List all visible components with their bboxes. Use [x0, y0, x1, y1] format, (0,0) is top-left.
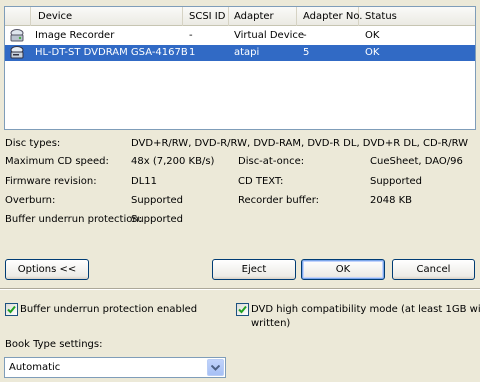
book-type-label: Book Type settings:: [5, 339, 103, 350]
status: OK: [365, 30, 380, 41]
disc-types-value: DVD+R/RW, DVD-R/RW, DVD-RAM, DVD-R DL, D…: [131, 138, 469, 149]
buffer-underrun-value: Supported: [131, 214, 184, 225]
chevron-down-icon[interactable]: [207, 359, 224, 376]
overburn-value: Supported: [131, 195, 184, 206]
scsi-id: 1: [189, 47, 196, 58]
ok-button[interactable]: OK: [301, 259, 385, 280]
cd-text-value: Supported: [370, 176, 423, 187]
image-recorder-icon: [9, 29, 25, 43]
dvd-high-compat-label-line2[interactable]: written): [251, 317, 290, 331]
status: OK: [365, 47, 380, 58]
adapter: Virtual Device: [234, 30, 305, 41]
disc-types-label: Disc types:: [5, 138, 61, 149]
buffer-underrun-label: Buffer underrun protection:: [5, 214, 143, 225]
recorder-buffer-label: Recorder buffer:: [238, 195, 320, 206]
device-list-header: Device SCSI ID Adapter Adapter No. Statu…: [5, 7, 475, 26]
disc-at-once-label: Disc-at-once:: [238, 156, 305, 167]
buffer-underrun-checkbox-label[interactable]: Buffer underrun protection enabled: [20, 303, 197, 317]
dvd-high-compat-checkbox[interactable]: [236, 303, 249, 316]
checkmark-icon: [7, 305, 16, 314]
cancel-button[interactable]: Cancel: [392, 259, 475, 280]
firmware-revision-value: DL11: [131, 176, 157, 187]
scsi-id: -: [189, 30, 193, 41]
column-header-status[interactable]: Status: [359, 7, 475, 26]
recorder-buffer-value: 2048 KB: [370, 195, 413, 206]
device-name: HL-DT-ST DVDRAM GSA-4167B: [35, 47, 188, 58]
book-type-select[interactable]: Automatic: [4, 357, 226, 378]
disc-at-once-value: CueSheet, DAO/96: [370, 156, 463, 167]
overburn-label: Overburn:: [5, 195, 56, 206]
max-cd-speed-value: 48x (7,200 KB/s): [131, 156, 215, 167]
column-header-icon[interactable]: [5, 7, 31, 26]
firmware-revision-label: Firmware revision:: [5, 176, 97, 187]
max-cd-speed-label: Maximum CD speed:: [5, 156, 109, 167]
adapter-no: -: [303, 30, 307, 41]
column-header-adapter[interactable]: Adapter: [229, 7, 297, 26]
separator: [0, 288, 480, 290]
dvd-high-compat-label-line1[interactable]: DVD high compatibility mode (at least 1G…: [251, 303, 480, 317]
column-header-device[interactable]: Device: [31, 7, 183, 26]
book-type-selected-value: Automatic: [9, 362, 61, 373]
options-button[interactable]: Options <<: [5, 259, 89, 280]
dvd-drive-icon: [9, 46, 25, 60]
adapter-no: 5: [303, 47, 310, 58]
device-row-image-recorder[interactable]: Image Recorder - Virtual Device - OK: [5, 28, 475, 44]
eject-button[interactable]: Eject: [212, 259, 296, 280]
column-header-adapter-no[interactable]: Adapter No.: [297, 7, 362, 26]
device-row-dvdram[interactable]: HL-DT-ST DVDRAM GSA-4167B 1 atapi 5 OK: [5, 45, 475, 61]
adapter: atapi: [234, 47, 260, 58]
cd-text-label: CD TEXT:: [238, 176, 284, 187]
device-list[interactable]: Device SCSI ID Adapter Adapter No. Statu…: [4, 6, 476, 130]
device-name: Image Recorder: [35, 30, 115, 41]
buffer-underrun-checkbox[interactable]: [5, 303, 18, 316]
checkmark-icon: [238, 305, 247, 314]
column-header-scsi-id[interactable]: SCSI ID: [183, 7, 229, 26]
